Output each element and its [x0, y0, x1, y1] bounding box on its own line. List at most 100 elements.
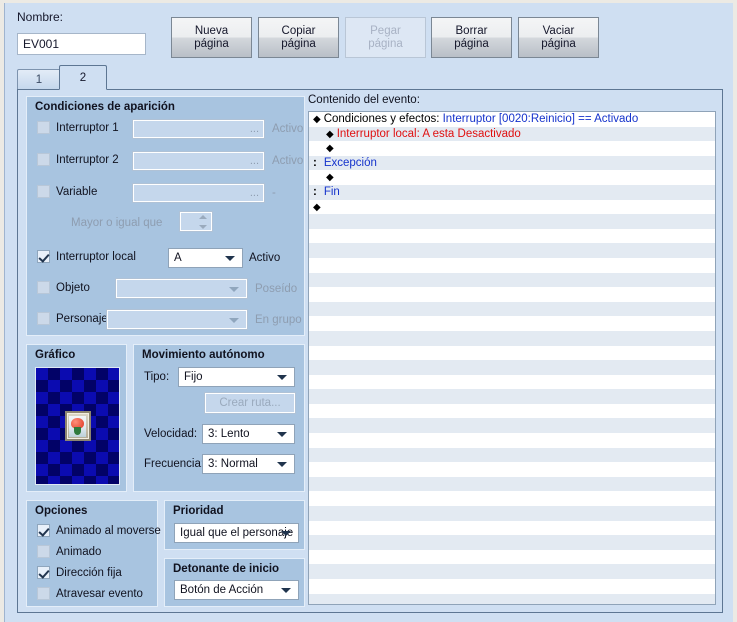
create-route-button: Crear ruta...	[204, 392, 296, 414]
event-command-row-empty[interactable]	[309, 287, 715, 302]
event-command-row[interactable]: : Excepción	[309, 155, 715, 171]
event-command-row[interactable]: ◆	[309, 170, 715, 185]
chevron-down-icon	[281, 588, 291, 593]
event-command-row-empty[interactable]	[309, 564, 715, 579]
option-animated-label: Animado	[56, 545, 102, 558]
event-command-row-empty[interactable]	[309, 360, 715, 375]
switch2-field: ...	[132, 151, 265, 171]
event-command-row-empty[interactable]	[309, 346, 715, 361]
local-switch-combo[interactable]: A	[168, 248, 243, 268]
event-command-row-empty[interactable]	[309, 593, 715, 604]
event-command-row-empty[interactable]	[309, 229, 715, 244]
option-animated-checkbox[interactable]	[37, 545, 50, 558]
event-command-row-empty[interactable]	[309, 404, 715, 419]
trigger-title: Detonante de inicio	[173, 563, 280, 575]
event-command-row[interactable]: ◆ Condiciones y efectos: Interruptor [002…	[309, 112, 715, 127]
option-animated-when-moving-checkbox[interactable]	[37, 524, 50, 537]
event-command-row-empty[interactable]	[309, 535, 715, 550]
chevron-down-icon	[229, 286, 239, 292]
options-group: Opciones Animado al moverse Animado Dire…	[26, 500, 161, 607]
event-command-row-empty[interactable]	[309, 491, 715, 506]
movement-speed-combo[interactable]: 3: Lento	[202, 424, 295, 444]
event-command-row-empty[interactable]	[309, 579, 715, 594]
chevron-down-icon	[225, 256, 235, 261]
chevron-down-icon	[277, 432, 287, 437]
variable-checkbox-row[interactable]: Variable	[37, 185, 97, 198]
event-command-row-empty[interactable]	[309, 243, 715, 258]
option-fixed-direction-checkbox[interactable]	[37, 566, 50, 579]
event-command-row-empty[interactable]	[309, 506, 715, 521]
graphic-group: Gráfico	[26, 344, 127, 492]
option-fixed-direction-row[interactable]: Dirección fija	[37, 566, 122, 579]
appearance-conditions-group: Condiciones de aparición Interruptor 1 .…	[26, 96, 305, 336]
graphic-title: Gráfico	[35, 349, 76, 361]
event-command-row-empty[interactable]	[309, 316, 715, 331]
event-command-row[interactable]: ◆	[309, 141, 715, 156]
diamond-bullet-icon: ◆	[326, 172, 334, 184]
switch2-suffix: Activo	[272, 155, 304, 167]
local-switch-label: Interruptor local	[56, 250, 136, 263]
event-command-row-empty[interactable]	[309, 258, 715, 273]
event-command-row[interactable]: ◆ Interruptor local: A esta Desactivado	[309, 126, 715, 142]
event-command-row[interactable]: ◆	[309, 200, 715, 215]
event-command-row-empty[interactable]	[309, 521, 715, 536]
event-command-row-empty[interactable]	[309, 476, 715, 492]
event-command-row-empty[interactable]	[309, 433, 715, 448]
tab-page-1[interactable]: 1	[17, 69, 61, 90]
event-command-row-empty[interactable]	[309, 389, 715, 404]
tab-page-2[interactable]: 2	[59, 65, 107, 90]
movement-type-combo[interactable]: Fijo	[178, 367, 295, 387]
local-switch-checkbox[interactable]	[37, 250, 50, 263]
graphic-preview[interactable]	[35, 367, 120, 485]
event-command-row-empty[interactable]	[309, 375, 715, 390]
priority-combo[interactable]: Igual que el personaje	[174, 523, 299, 543]
trigger-group: Detonante de inicio Botón de Acción	[164, 558, 305, 607]
event-command-row-empty[interactable]	[309, 272, 715, 288]
switch2-checkbox-row[interactable]: Interruptor 2	[37, 153, 119, 166]
option-pass-through-checkbox[interactable]	[37, 587, 50, 600]
variable-suffix: -	[272, 187, 276, 199]
variable-comparator-label: Mayor o igual que	[71, 217, 163, 229]
movement-type-value: Fijo	[184, 371, 203, 383]
trigger-combo[interactable]: Botón de Acción	[174, 580, 299, 600]
variable-field: ...	[132, 183, 265, 203]
event-command-row-empty[interactable]	[309, 330, 715, 346]
local-switch-checkbox-row[interactable]: Interruptor local	[37, 250, 136, 263]
actor-checkbox[interactable]	[37, 312, 50, 325]
event-command-row[interactable]: : Fin	[309, 184, 715, 200]
event-command-row-empty[interactable]	[309, 301, 715, 317]
event-command-row-empty[interactable]	[309, 214, 715, 229]
options-title: Opciones	[35, 505, 88, 517]
switch1-checkbox[interactable]	[37, 121, 50, 134]
branch-colon-icon: :	[313, 185, 317, 198]
switch2-checkbox[interactable]	[37, 153, 50, 166]
variable-checkbox[interactable]	[37, 185, 50, 198]
option-animated-when-moving-row[interactable]: Animado al moverse	[37, 524, 161, 537]
option-pass-through-row[interactable]: Atravesar evento	[37, 587, 143, 600]
item-checkbox-row[interactable]: Objeto	[37, 281, 90, 294]
priority-group: Prioridad Igual que el personaje	[164, 500, 305, 550]
diamond-bullet-icon: ◆	[313, 114, 321, 125]
item-suffix: Poseído	[255, 283, 298, 295]
name-input[interactable]	[17, 33, 146, 55]
option-animated-row[interactable]: Animado	[37, 545, 101, 558]
event-content-list[interactable]: ◆ Condiciones y efectos: Interruptor [002…	[308, 111, 716, 605]
chevron-down-icon	[229, 317, 239, 323]
movement-frequency-combo[interactable]: 3: Normal	[202, 454, 295, 474]
event-command-row-empty[interactable]	[309, 550, 715, 565]
autonomous-movement-title: Movimiento autónomo	[142, 349, 265, 361]
clear-page-button[interactable]: Vaciar página	[518, 17, 599, 58]
copy-page-button[interactable]: Copiar página	[258, 17, 339, 58]
actor-checkbox-row[interactable]: Personaje	[37, 312, 108, 325]
priority-value: Igual que el personaje	[180, 527, 294, 539]
item-checkbox[interactable]	[37, 281, 50, 294]
delete-page-button[interactable]: Borrar página	[431, 17, 512, 58]
switch1-ellipsis: ...	[249, 123, 259, 135]
event-command-row-empty[interactable]	[309, 418, 715, 434]
switch1-checkbox-row[interactable]: Interruptor 1	[37, 121, 119, 134]
event-command-row-empty[interactable]	[309, 447, 715, 463]
option-pass-through-label: Atravesar evento	[56, 587, 143, 600]
new-page-button[interactable]: Nueva página	[171, 17, 252, 58]
variable-label: Variable	[56, 185, 98, 198]
event-command-row-empty[interactable]	[309, 462, 715, 477]
